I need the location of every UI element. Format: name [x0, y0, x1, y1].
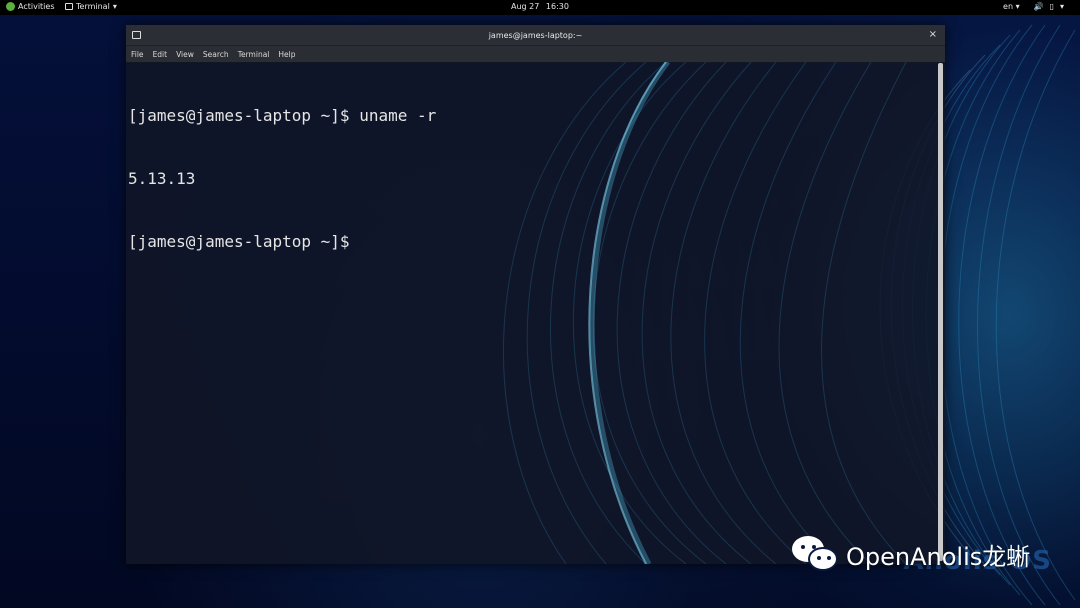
chevron-down-icon: ▾	[1015, 2, 1020, 11]
watermark-text: OpenAnolis龙蜥	[846, 542, 1031, 571]
watermark: OpenAnolis龙蜥	[792, 534, 1030, 574]
menu-view[interactable]: View	[176, 50, 194, 59]
wechat-icon	[792, 534, 838, 574]
language-label: en	[1003, 2, 1014, 11]
terminal-line: 5.13.13	[128, 169, 196, 188]
chevron-down-icon: ▾	[1059, 2, 1064, 11]
window-titlebar[interactable]: james@james-laptop:~ ×	[126, 25, 945, 46]
close-button[interactable]: ×	[929, 29, 937, 40]
system-menu-button[interactable]: 🔊 ▯ ▾	[1034, 2, 1064, 11]
terminal-output[interactable]: [james@james-laptop ~]$ uname -r 5.13.13…	[126, 62, 945, 564]
terminal-icon[interactable]	[132, 31, 141, 39]
menu-search[interactable]: Search	[203, 50, 229, 59]
language-selector[interactable]: en ▾	[1003, 2, 1020, 11]
terminal-window: james@james-laptop:~ × File Edit View Se…	[126, 25, 945, 564]
menu-edit[interactable]: Edit	[153, 50, 168, 59]
clock[interactable]: Aug 27 16:30	[0, 2, 1080, 11]
terminal-text: [james@james-laptop ~]$ uname -r 5.13.13…	[128, 63, 436, 294]
terminal-line: [james@james-laptop ~]$	[128, 232, 350, 251]
clock-date: Aug 27	[511, 2, 540, 11]
scrollbar[interactable]	[938, 63, 943, 561]
menu-file[interactable]: File	[131, 50, 144, 59]
clock-time: 16:30	[545, 2, 569, 11]
terminal-line: [james@james-laptop ~]$ uname -r	[128, 106, 437, 125]
battery-icon: ▯	[1049, 1, 1054, 11]
speaker-icon: 🔊	[1033, 1, 1044, 11]
system-tray: en ▾ 🔊 ▯ ▾	[1003, 2, 1064, 11]
menu-terminal[interactable]: Terminal	[238, 50, 270, 59]
menu-bar: File Edit View Search Terminal Help	[126, 46, 945, 63]
window-title: james@james-laptop:~	[488, 30, 583, 40]
menu-help[interactable]: Help	[278, 50, 295, 59]
top-bar: Activities Terminal ▾ Aug 27 16:30 en ▾ …	[0, 0, 1080, 15]
